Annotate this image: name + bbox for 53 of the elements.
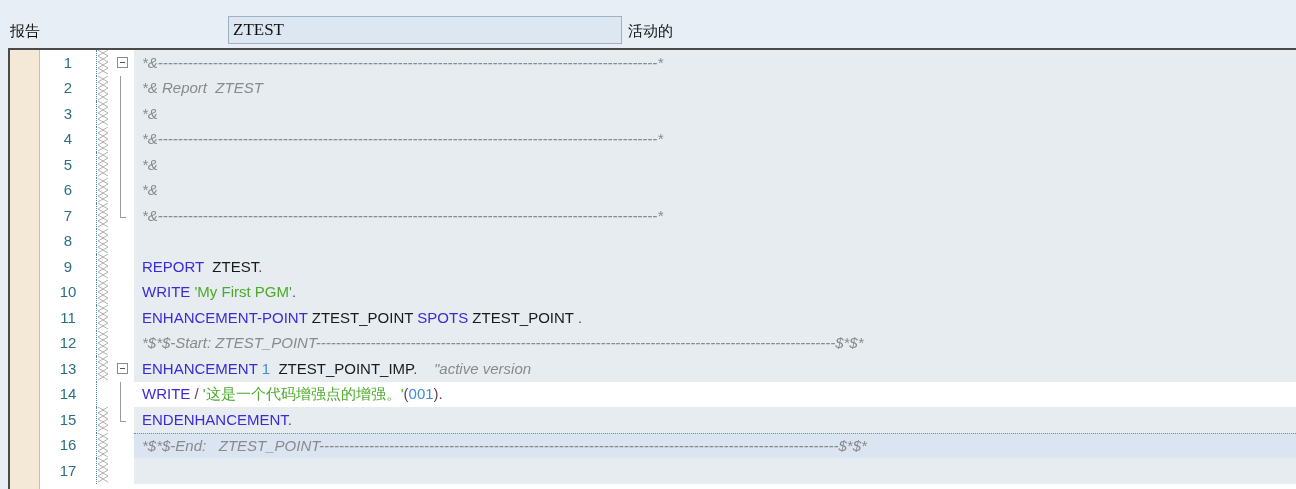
code-line: WRITE / '这是一个代码增强点的增强。'(001). — [142, 384, 443, 404]
status-label: 活动的 — [628, 20, 673, 41]
change-marker-icon — [97, 407, 109, 433]
change-marker-icon — [97, 101, 109, 127]
line-number: 14 — [59, 384, 77, 404]
code-line: REPORT ZTEST. — [142, 256, 263, 277]
code-line: *&----------------------------------------------------------------------------------------------------* — [142, 205, 664, 226]
collapse-icon[interactable] — [116, 363, 128, 375]
code-line: *$*$-Start: ZTEST_POINT--------------------------------------------------------------------------------------------------------$*$* — [142, 333, 864, 353]
code-line: *& — [142, 154, 158, 175]
line-number: 17 — [59, 460, 77, 481]
change-marker-icon — [97, 75, 109, 101]
line-number: 1 — [63, 52, 73, 73]
line-number: 13 — [59, 358, 77, 379]
program-name-field[interactable]: ZTEST — [228, 16, 622, 44]
change-marker-icon — [97, 126, 109, 152]
change-marker-icon — [97, 330, 109, 356]
code-line: ENDENHANCEMENT. — [142, 409, 293, 430]
code-line: WRITE 'My First PGM'. — [142, 282, 297, 302]
code-line: *& — [142, 103, 158, 124]
change-marker-icon — [97, 305, 109, 331]
change-marker-icon — [97, 203, 109, 229]
line-number: 7 — [63, 205, 73, 226]
report-label: 报告 — [10, 20, 41, 41]
line-number: 10 — [59, 282, 77, 302]
line-number: 12 — [59, 333, 77, 353]
change-marker-icon — [97, 177, 109, 203]
change-marker-icon — [97, 50, 109, 76]
line-number: 6 — [63, 180, 73, 200]
collapse-icon[interactable] — [116, 57, 128, 69]
change-marker-icon — [97, 254, 109, 280]
line-number: 2 — [63, 78, 73, 98]
code-line: *$*$-End: ZTEST_POINT--------------------------------------------------------------------------------------------------------$*$* — [142, 435, 867, 456]
line-number: 3 — [63, 103, 73, 124]
code-line: *&----------------------------------------------------------------------------------------------------* — [142, 129, 664, 149]
code-line: ENHANCEMENT-POINT ZTEST_POINT SPOTS ZTEST_POINT . — [142, 307, 583, 328]
line-number: 16 — [59, 435, 77, 455]
code-line: *& Report ZTEST — [142, 78, 263, 98]
code-line: *& — [142, 180, 158, 200]
line-number: 8 — [63, 231, 73, 251]
code-line: *&----------------------------------------------------------------------------------------------------* — [142, 52, 664, 73]
line-number: 9 — [63, 256, 73, 277]
change-marker-icon — [97, 279, 109, 305]
change-marker-icon — [97, 152, 109, 178]
line-number: 5 — [63, 154, 73, 175]
line-number: 11 — [60, 307, 76, 328]
change-marker-icon — [97, 356, 109, 382]
line-number: 15 — [59, 409, 77, 430]
change-marker-icon — [97, 432, 109, 458]
code-line: ENHANCEMENT 1 ZTEST_POINT_IMP. "active version — [142, 358, 532, 379]
change-marker-icon — [97, 458, 109, 484]
line-number: 4 — [63, 129, 73, 149]
change-marker-icon — [97, 228, 109, 254]
